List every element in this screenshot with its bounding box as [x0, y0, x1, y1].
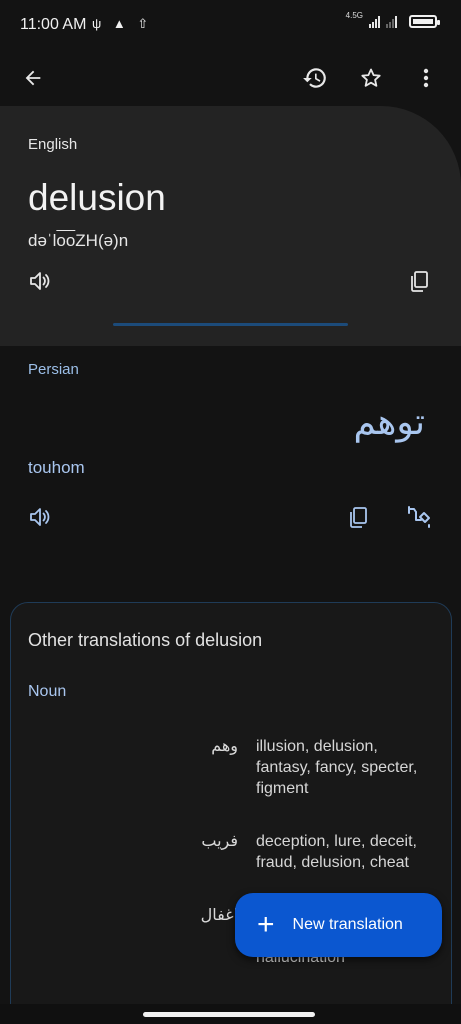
new-translation-button[interactable]: + New translation [235, 893, 442, 957]
swap-icon[interactable] [405, 503, 433, 531]
status-notification-icons: ψ ▲ ⇧ [92, 16, 152, 32]
phonetic-pre: dəˈl [28, 231, 57, 250]
source-phonetic: dəˈlooZH(ə)n [28, 231, 128, 251]
status-right-icons: 4.5G [346, 11, 440, 28]
phonetic-overline: oo [56, 231, 76, 250]
translation-synonyms: deception, lure, deceit, fraud, delusion… [256, 833, 417, 871]
upload-icon: ⇧ [137, 16, 153, 31]
source-speaker-icon[interactable] [26, 267, 54, 295]
part-of-speech-label: Noun [28, 683, 67, 700]
signal-icon [369, 15, 380, 28]
card-divider [113, 323, 348, 326]
target-transliteration: touhom [28, 458, 85, 477]
translation-synonyms: illusion, delusion, fantasy, fancy, spec… [256, 738, 418, 797]
source-word[interactable]: delusion [28, 177, 166, 219]
source-copy-icon[interactable] [405, 267, 433, 295]
translation-word[interactable]: فریب [201, 831, 238, 851]
network-type: 4.5G [345, 11, 363, 20]
target-language-label[interactable]: Persian [28, 361, 79, 378]
toolbar [0, 50, 461, 106]
target-copy-icon[interactable] [344, 503, 372, 531]
translation-word[interactable]: اغفال [201, 905, 238, 925]
status-bar: 11:00 AM ψ ▲ ⇧ 4.5G [0, 0, 461, 50]
target-word[interactable]: توهم [353, 402, 425, 443]
new-translation-label: New translation [292, 916, 403, 933]
star-icon[interactable] [353, 60, 389, 96]
warning-icon: ▲ [112, 16, 130, 31]
phonetic-post: ZH(ə)n [75, 231, 129, 250]
history-icon[interactable] [297, 60, 333, 96]
plus-icon: + [257, 908, 275, 941]
usb-icon: ψ [92, 16, 106, 31]
status-time: 11:00 AM [20, 16, 87, 33]
translation-word[interactable]: وهم [211, 736, 238, 756]
other-translations-title: Other translations of delusion [28, 630, 263, 650]
more-vert-icon[interactable] [408, 60, 444, 96]
target-speaker-icon[interactable] [26, 503, 54, 531]
battery-icon [409, 15, 440, 28]
back-arrow-icon[interactable] [15, 60, 51, 96]
source-language-label[interactable]: English [28, 136, 77, 153]
home-handle[interactable] [143, 1012, 315, 1017]
signal-icon-2 [386, 15, 397, 28]
gesture-nav-bar [0, 1004, 461, 1024]
